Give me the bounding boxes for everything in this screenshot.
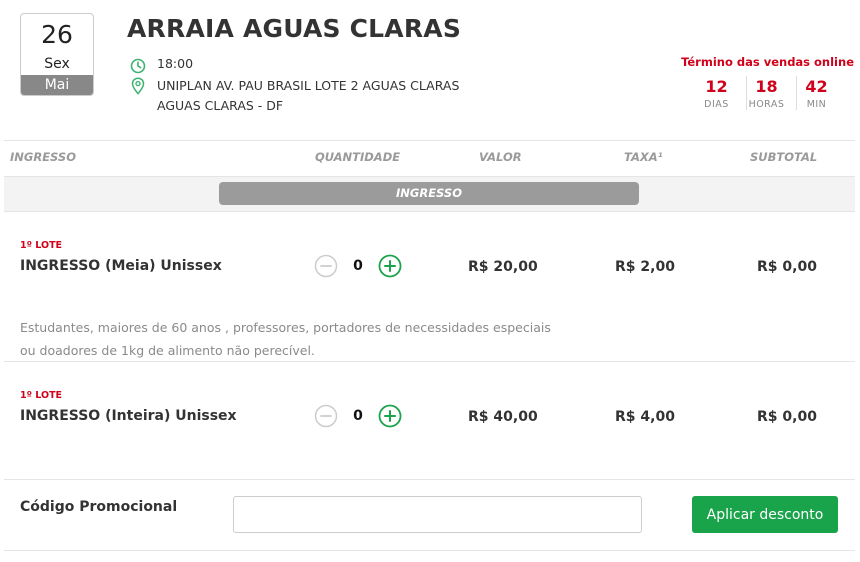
countdown-days: 12 DIAS bbox=[697, 76, 736, 110]
event-day: 26 bbox=[41, 20, 73, 49]
countdown-minutes-value: 42 bbox=[805, 77, 828, 96]
col-ticket-header: INGRESSO bbox=[10, 150, 76, 164]
ticket-fee: R$ 4,00 bbox=[615, 409, 675, 425]
minus-circle-icon[interactable] bbox=[314, 254, 338, 278]
ticket-name: INGRESSO (Meia) Unissex bbox=[20, 258, 222, 274]
plus-circle-icon[interactable] bbox=[378, 404, 402, 428]
col-value-header: VALOR bbox=[479, 150, 522, 164]
countdown-minutes: 42 MIN bbox=[796, 76, 836, 110]
col-quantity-header: QUANTIDADE bbox=[315, 150, 401, 164]
minus-circle-icon[interactable] bbox=[314, 404, 338, 428]
event-address-line2: AGUAS CLARAS - DF bbox=[157, 98, 284, 113]
section-label: INGRESSO bbox=[219, 182, 639, 205]
ticket-description-line2: ou doadores de 1kg de alimento não perec… bbox=[20, 343, 315, 358]
event-date-badge: 26 Sex Mai bbox=[20, 13, 94, 96]
event-address-line1: UNIPLAN AV. PAU BRASIL LOTE 2 AGUAS CLAR… bbox=[157, 78, 460, 93]
event-weekday: Sex bbox=[44, 56, 70, 72]
ticket-lote: 1º LOTE bbox=[20, 390, 63, 401]
event-address: UNIPLAN AV. PAU BRASIL LOTE 2 AGUAS CLAR… bbox=[157, 76, 459, 116]
plus-circle-icon[interactable] bbox=[378, 254, 402, 278]
ticket-price: R$ 40,00 bbox=[468, 409, 538, 425]
countdown-hours-label: HORAS bbox=[748, 99, 785, 110]
ticket-description-line1: Estudantes, maiores de 60 anos , profess… bbox=[20, 320, 551, 335]
ticket-description: Estudantes, maiores de 60 anos , profess… bbox=[20, 316, 600, 362]
quantity-stepper: 0 bbox=[314, 254, 402, 278]
ticket-lote: 1º LOTE bbox=[20, 240, 63, 251]
ticket-table-header: INGRESSO QUANTIDADE VALOR TAXA¹ SUBTOTAL bbox=[4, 140, 855, 177]
quantity-stepper: 0 bbox=[314, 404, 402, 428]
col-subtotal-header: SUBTOTAL bbox=[750, 150, 818, 164]
event-title: ARRAIA AGUAS CLARAS bbox=[127, 14, 462, 43]
col-fee-header: TAXA¹ bbox=[624, 150, 663, 164]
countdown-hours: 18 HORAS bbox=[746, 76, 786, 110]
map-pin-icon bbox=[127, 76, 149, 96]
promo-code-section: Código Promocional Aplicar desconto bbox=[4, 480, 855, 551]
clock-icon bbox=[127, 56, 149, 76]
ticket-subtotal: R$ 0,00 bbox=[757, 259, 817, 275]
quantity-value: 0 bbox=[353, 408, 363, 424]
ticket-subtotal: R$ 0,00 bbox=[757, 409, 817, 425]
event-address-row: UNIPLAN AV. PAU BRASIL LOTE 2 AGUAS CLAR… bbox=[127, 76, 459, 116]
ticket-name: INGRESSO (Inteira) Unissex bbox=[20, 408, 237, 424]
countdown-days-value: 12 bbox=[705, 77, 728, 96]
event-month: Mai bbox=[21, 75, 93, 95]
countdown-timer: 12 DIAS 18 HORAS 42 MIN bbox=[697, 76, 836, 110]
ticket-price: R$ 20,00 bbox=[468, 259, 538, 275]
countdown-hours-value: 18 bbox=[755, 77, 778, 96]
promo-code-label: Código Promocional bbox=[20, 499, 178, 515]
event-time: 18:00 bbox=[157, 56, 194, 71]
ticket-section-header: INGRESSO bbox=[4, 177, 855, 212]
ticket-row: 1º LOTE INGRESSO (Meia) Unissex 0 R$ 20,… bbox=[4, 212, 855, 362]
promo-code-input[interactable] bbox=[233, 496, 642, 533]
ticket-row: 1º LOTE INGRESSO (Inteira) Unissex 0 R$ … bbox=[4, 362, 855, 480]
sales-end-label: Término das vendas online bbox=[681, 55, 854, 69]
event-time-row: 18:00 bbox=[127, 56, 193, 76]
countdown-days-label: DIAS bbox=[704, 99, 729, 110]
ticket-fee: R$ 2,00 bbox=[615, 259, 675, 275]
apply-discount-button[interactable]: Aplicar desconto bbox=[692, 496, 838, 533]
countdown-minutes-label: MIN bbox=[806, 99, 827, 110]
quantity-value: 0 bbox=[353, 258, 363, 274]
